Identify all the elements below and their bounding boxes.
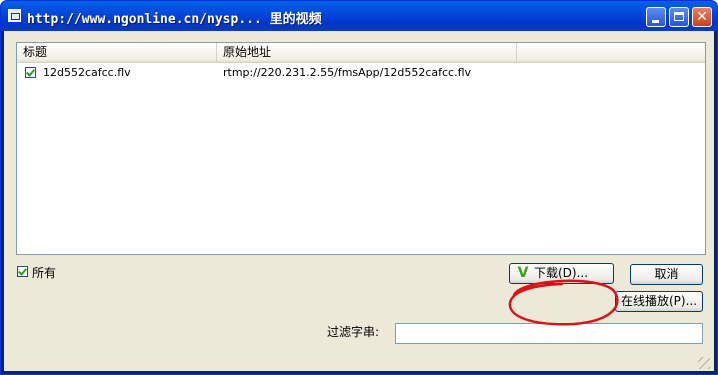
- column-header-source-url[interactable]: 原始地址: [217, 43, 517, 62]
- row-checkbox[interactable]: [25, 67, 36, 78]
- dialog-body: 标题 原始地址 12d552cafcc.flv rtmp://220.231.2…: [4, 31, 714, 371]
- maximize-icon: [674, 12, 684, 21]
- resize-grip[interactable]: [698, 357, 710, 369]
- minimize-icon: [652, 20, 659, 23]
- dialog-window: http://www.ngonline.cn/nysp... 里的视频 ✕ 标题…: [0, 0, 718, 375]
- row-title: 12d552cafcc.flv: [43, 66, 131, 79]
- cancel-button[interactable]: 取消: [630, 264, 703, 285]
- close-button[interactable]: ✕: [692, 7, 712, 27]
- play-online-button[interactable]: 在线播放(P)...: [615, 291, 703, 312]
- red-circle-annotation: [508, 279, 619, 326]
- column-header-empty[interactable]: [517, 43, 705, 62]
- app-icon: [8, 9, 21, 22]
- select-all-checkbox[interactable]: [17, 266, 28, 277]
- maximize-button[interactable]: [669, 7, 689, 27]
- list-item[interactable]: 12d552cafcc.flv rtmp://220.231.2.55/fmsA…: [17, 65, 705, 81]
- close-icon: ✕: [696, 9, 708, 25]
- filter-label: 过滤字串:: [327, 325, 380, 339]
- video-list[interactable]: 标题 原始地址 12d552cafcc.flv rtmp://220.231.2…: [16, 42, 706, 255]
- title-bar[interactable]: http://www.ngonline.cn/nysp... 里的视频 ✕: [1, 1, 717, 31]
- select-all-label[interactable]: 所有: [32, 264, 56, 281]
- column-header-title[interactable]: 标题: [17, 43, 217, 62]
- window-title: http://www.ngonline.cn/nysp... 里的视频: [27, 12, 322, 27]
- minimize-button[interactable]: [646, 7, 666, 27]
- list-header: 标题 原始地址: [17, 43, 705, 63]
- row-url: rtmp://220.231.2.55/fmsApp/12d552cafcc.f…: [223, 66, 472, 79]
